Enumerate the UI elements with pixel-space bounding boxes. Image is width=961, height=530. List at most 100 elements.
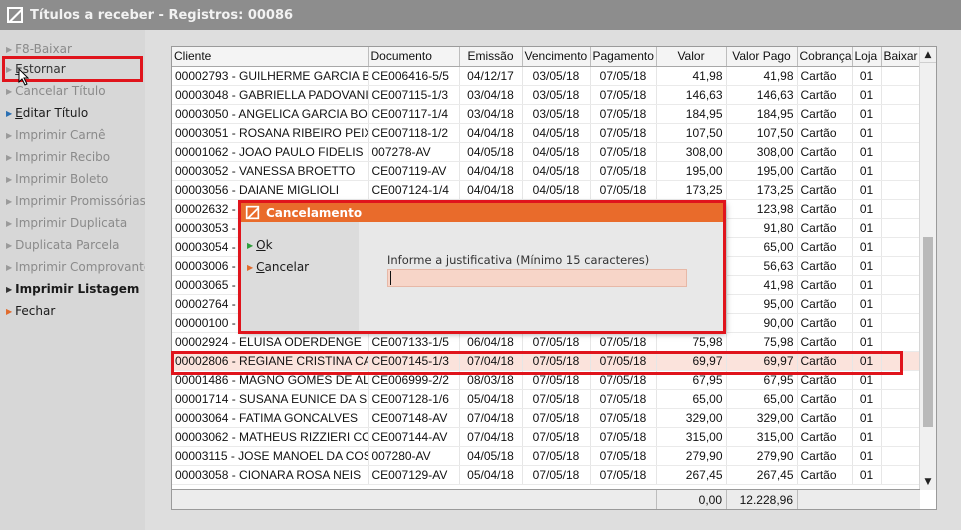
menu-item-baixar[interactable]: ▶ F8-Baixar [6, 40, 72, 58]
cell-loja: 01 [852, 313, 882, 333]
col-header-loja[interactable]: Loja [852, 47, 882, 67]
col-header-baixar[interactable]: Baixar [881, 47, 921, 67]
vertical-scrollbar[interactable]: ▲ ▼ [919, 47, 936, 490]
ok-button[interactable]: ▶ Ok [247, 237, 273, 253]
menu-item-imprimir-promissorias[interactable]: ▶ Imprimir Promissórias [6, 192, 146, 210]
col-header-pagamento[interactable]: Pagamento [590, 47, 657, 67]
cancel-button-label: Cancelar [256, 260, 310, 274]
table-row[interactable]: 00003064 - FATIMA GONCALVES CE007148-AV 07… [172, 408, 921, 428]
ok-button-label: Ok [256, 238, 273, 252]
menu-item-fechar[interactable]: ▶ Fechar [6, 302, 55, 320]
scroll-up-icon[interactable]: ▲ [920, 47, 936, 63]
total-valor: 0,00 [656, 490, 726, 509]
cell-loja: 01 [852, 142, 882, 162]
cell-cobranca: Cartão [797, 180, 853, 200]
cell-baixar [881, 218, 921, 238]
justification-input[interactable] [387, 269, 687, 287]
cell-vencimento: 07/05/18 [522, 446, 591, 466]
cell-loja: 01 [852, 389, 882, 409]
cell-valor: 69,97 [656, 351, 727, 371]
table-row[interactable]: 00003048 - GABRIELLA PADOVANI CE007115-1/… [172, 85, 921, 105]
cell-pagamento: 07/05/18 [590, 408, 657, 428]
cell-valor-pago: 315,00 [726, 427, 798, 447]
menu-item-duplicata-parcela[interactable]: ▶ Duplicata Parcela [6, 236, 120, 254]
menu-item-label: Imprimir Recibo [15, 150, 111, 164]
cell-baixar [881, 351, 921, 371]
menu-item-editar-titulo[interactable]: ▶ Editar Título [6, 104, 88, 122]
cell-pagamento: 07/05/18 [590, 123, 657, 143]
cell-emissao: 07/04/18 [459, 427, 523, 447]
arrow-right-icon: ▶ [6, 196, 13, 206]
table-row[interactable]: 00001062 - JOAO PAULO FIDELIS 007278-AV 04… [172, 142, 921, 162]
scrollbar-thumb[interactable] [923, 237, 933, 427]
cell-valor-pago: 67,95 [726, 370, 798, 390]
menu-item-imprimir-duplicata[interactable]: ▶ Imprimir Duplicata [6, 214, 127, 232]
cell-emissao: 04/05/18 [459, 142, 523, 162]
cell-pagamento: 07/05/18 [590, 142, 657, 162]
cell-cliente: 00003056 - DAIANE MIGLIOLI [172, 180, 369, 200]
col-header-cobranca[interactable]: Cobrança [797, 47, 853, 67]
table-row[interactable]: 00003058 - CIONARA ROSA NEIS CE007129-AV 0… [172, 465, 921, 485]
col-header-emissao[interactable]: Emissão [459, 47, 523, 67]
cell-cobranca: Cartão [797, 332, 853, 352]
total-empty [797, 490, 920, 509]
cell-cobranca: Cartão [797, 256, 853, 276]
col-header-valor-pago[interactable]: Valor Pago [726, 47, 798, 67]
cell-loja: 01 [852, 408, 882, 428]
menu-item-imprimir-carne[interactable]: ▶ Imprimir Carnê [6, 126, 105, 144]
cell-loja: 01 [852, 237, 882, 257]
cell-valor: 75,98 [656, 332, 727, 352]
cell-cobranca: Cartão [797, 199, 853, 219]
cell-valor-pago: 195,00 [726, 161, 798, 181]
arrow-right-icon: ▶ [6, 262, 13, 272]
cell-cobranca: Cartão [797, 427, 853, 447]
cell-documento: CE007117-1/4 [368, 104, 460, 124]
cell-vencimento: 04/05/18 [522, 180, 591, 200]
cell-valor-pago: 267,45 [726, 465, 798, 485]
cell-valor: 173,25 [656, 180, 727, 200]
cell-pagamento: 07/05/18 [590, 446, 657, 466]
cell-cliente: 00003050 - ANGELICA GARCIA BONI [172, 104, 369, 124]
col-header-cliente[interactable]: Cliente [172, 47, 369, 67]
menu-item-imprimir-boleto[interactable]: ▶ Imprimir Boleto [6, 170, 108, 188]
menu-item-label: Imprimir Carnê [15, 128, 106, 142]
table-row[interactable]: 00003052 - VANESSA BROETTO CE007119-AV 04/… [172, 161, 921, 181]
table-row[interactable]: 00002924 - ELUISA ODERDENGE CE007133-1/5 0… [172, 332, 921, 352]
cancel-button[interactable]: ▶ Cancelar [247, 259, 309, 275]
cell-baixar [881, 161, 921, 181]
table-row[interactable]: 00003051 - ROSANA RIBEIRO PEIXOT CE007118… [172, 123, 921, 143]
table-row[interactable]: 00001714 - SUSANA EUNICE DA SILV CE007128… [172, 389, 921, 409]
table-row[interactable]: 00003056 - DAIANE MIGLIOLI CE007124-1/4 04… [172, 180, 921, 200]
arrow-right-icon: ▶ [6, 130, 13, 140]
cell-baixar [881, 180, 921, 200]
table-row[interactable]: 00002793 - GUILHERME GARCIA BRA CE006416-… [172, 66, 921, 86]
cell-pagamento: 07/05/18 [590, 85, 657, 105]
arrow-right-icon: ▶ [6, 218, 13, 228]
arrow-right-icon: ▶ [6, 284, 13, 294]
cell-loja: 01 [852, 123, 882, 143]
table-row[interactable]: 00002806 - REGIANE CRISTINA CAVA CE007145… [172, 351, 921, 371]
dialog-title: Cancelamento [266, 205, 363, 220]
cell-valor: 315,00 [656, 427, 727, 447]
cell-cobranca: Cartão [797, 446, 853, 466]
menu-item-estornar[interactable]: ▶ Estornar [6, 60, 66, 78]
cell-loja: 01 [852, 351, 882, 371]
cell-baixar [881, 389, 921, 409]
table-row[interactable]: 00003115 - JOSE MANOEL DA COSTA 007280-AV… [172, 446, 921, 466]
menu-item-imprimir-listagem[interactable]: ▶ Imprimir Listagem [6, 280, 139, 298]
menu-item-imprimir-comprovante[interactable]: ▶ Imprimir Comprovante [6, 258, 151, 276]
total-valor-pago: 12.228,96 [726, 490, 797, 509]
table-row[interactable]: 00003050 - ANGELICA GARCIA BONI CE007117-… [172, 104, 921, 124]
scroll-down-icon[interactable]: ▼ [920, 474, 936, 490]
col-header-documento[interactable]: Documento [368, 47, 460, 67]
col-header-valor[interactable]: Valor [656, 47, 727, 67]
table-row[interactable]: 00003062 - MATHEUS RIZZIERI COPI CE007144… [172, 427, 921, 447]
menu-item-imprimir-recibo[interactable]: ▶ Imprimir Recibo [6, 148, 110, 166]
col-header-vencimento[interactable]: Vencimento [522, 47, 591, 67]
table-row[interactable]: 00001486 - MAGNO GOMES DE ALM CE006999-2/… [172, 370, 921, 390]
play-icon: ▶ [247, 240, 254, 250]
cell-vencimento: 04/05/18 [522, 142, 591, 162]
cell-valor-pago: 41,98 [726, 275, 798, 295]
cell-vencimento: 03/05/18 [522, 85, 591, 105]
app-logo-icon [7, 7, 23, 23]
